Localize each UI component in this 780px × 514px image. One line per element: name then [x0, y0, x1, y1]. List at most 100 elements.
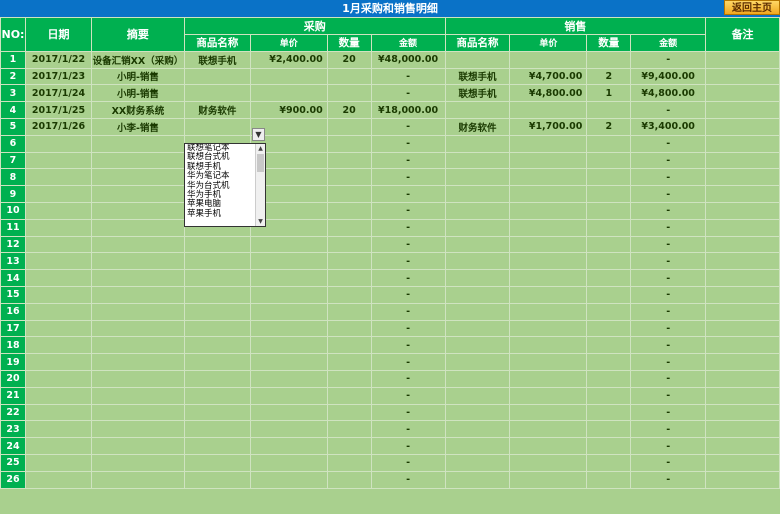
sales-price-cell[interactable] — [509, 302, 588, 321]
remark-cell[interactable] — [705, 218, 780, 237]
row-no-cell[interactable]: 8 — [0, 168, 26, 187]
sales-amount-cell[interactable]: ¥4,800.00 — [630, 84, 707, 103]
purchase-qty-cell[interactable] — [326, 84, 372, 103]
purchase-price-cell[interactable] — [249, 336, 328, 355]
purchase-amount-cell[interactable]: - — [370, 252, 446, 271]
remark-cell[interactable] — [705, 50, 780, 69]
sales-amount-cell[interactable]: - — [630, 319, 707, 338]
sales-price-cell[interactable] — [509, 185, 588, 203]
purchase-qty-cell[interactable] — [326, 252, 372, 271]
row-no-cell[interactable]: 23 — [0, 420, 26, 439]
remark-cell[interactable] — [705, 84, 780, 103]
purchase-qty-cell[interactable] — [326, 201, 372, 220]
sales-qty-cell[interactable] — [586, 50, 632, 69]
sales-price-cell[interactable] — [509, 369, 588, 388]
purchase-price-cell[interactable] — [249, 386, 328, 405]
purchase-product-cell[interactable]: 财务软件 — [183, 101, 251, 119]
row-no-cell[interactable]: 25 — [0, 453, 26, 472]
row-no-cell[interactable]: 2 — [0, 67, 26, 86]
sales-amount-cell[interactable]: - — [630, 101, 707, 119]
purchase-qty-cell[interactable] — [326, 437, 372, 455]
date-cell[interactable] — [24, 235, 92, 254]
sales-qty-cell[interactable] — [586, 168, 632, 187]
purchase-amount-cell[interactable]: - — [370, 134, 446, 153]
summary-cell[interactable] — [90, 134, 185, 153]
date-cell[interactable] — [24, 336, 92, 355]
sales-product-cell[interactable] — [444, 420, 511, 439]
row-no-cell[interactable]: 5 — [0, 117, 26, 136]
dropdown-option[interactable]: 苹果手机 — [185, 209, 265, 219]
purchase-amount-cell[interactable]: - — [370, 168, 446, 187]
row-no-cell[interactable]: 19 — [0, 353, 26, 371]
remark-cell[interactable] — [705, 101, 780, 119]
purchase-product-cell[interactable] — [183, 420, 251, 439]
sales-product-cell[interactable] — [444, 50, 511, 69]
purchase-product-cell[interactable] — [183, 269, 251, 287]
sales-amount-cell[interactable]: - — [630, 185, 707, 203]
sales-amount-cell[interactable]: - — [630, 218, 707, 237]
remark-cell[interactable] — [705, 319, 780, 338]
sales-price-cell[interactable] — [509, 420, 588, 439]
sales-amount-cell[interactable]: - — [630, 168, 707, 187]
sales-price-cell[interactable] — [509, 403, 588, 422]
sales-amount-cell[interactable]: ¥3,400.00 — [630, 117, 707, 136]
purchase-price-cell[interactable]: ¥2,400.00 — [249, 50, 328, 69]
scroll-up-icon[interactable]: ▲ — [256, 144, 265, 153]
date-cell[interactable] — [24, 403, 92, 422]
date-cell[interactable] — [24, 134, 92, 153]
row-no-cell[interactable]: 16 — [0, 302, 26, 321]
date-cell[interactable]: 2017/1/23 — [24, 67, 92, 86]
sales-amount-cell[interactable]: - — [630, 470, 707, 489]
date-cell[interactable] — [24, 218, 92, 237]
date-cell[interactable] — [24, 285, 92, 304]
row-no-cell[interactable]: 13 — [0, 252, 26, 271]
dropdown-scrollbar[interactable]: ▲ ▼ — [255, 144, 265, 226]
purchase-product-cell[interactable] — [183, 369, 251, 388]
purchase-product-cell[interactable] — [183, 285, 251, 304]
remark-cell[interactable] — [705, 235, 780, 254]
purchase-amount-cell[interactable]: ¥18,000.00 — [370, 101, 446, 119]
sales-amount-cell[interactable]: - — [630, 269, 707, 287]
sales-qty-cell[interactable] — [586, 437, 632, 455]
remark-cell[interactable] — [705, 403, 780, 422]
purchase-qty-cell[interactable] — [326, 403, 372, 422]
sales-amount-cell[interactable]: - — [630, 420, 707, 439]
purchase-amount-cell[interactable]: - — [370, 218, 446, 237]
purchase-qty-cell[interactable] — [326, 420, 372, 439]
summary-cell[interactable] — [90, 201, 185, 220]
remark-cell[interactable] — [705, 386, 780, 405]
purchase-qty-cell[interactable] — [326, 235, 372, 254]
sales-price-cell[interactable] — [509, 134, 588, 153]
purchase-product-cell[interactable]: 联想手机 — [183, 50, 251, 69]
date-cell[interactable] — [24, 269, 92, 287]
purchase-product-cell[interactable] — [183, 437, 251, 455]
sales-amount-cell[interactable]: - — [630, 386, 707, 405]
purchase-product-cell[interactable] — [183, 117, 251, 136]
sales-price-cell[interactable] — [509, 336, 588, 355]
purchase-qty-cell[interactable] — [326, 67, 372, 86]
sales-qty-cell[interactable] — [586, 470, 632, 489]
purchase-product-cell[interactable] — [183, 252, 251, 271]
sales-qty-cell[interactable]: 1 — [586, 84, 632, 103]
purchase-product-cell[interactable] — [183, 336, 251, 355]
purchase-price-cell[interactable] — [249, 437, 328, 455]
sales-product-cell[interactable]: 财务软件 — [444, 117, 511, 136]
sales-amount-cell[interactable]: - — [630, 437, 707, 455]
row-no-cell[interactable]: 10 — [0, 201, 26, 220]
sales-product-cell[interactable] — [444, 101, 511, 119]
remark-cell[interactable] — [705, 453, 780, 472]
date-cell[interactable] — [24, 185, 92, 203]
sales-price-cell[interactable]: ¥4,800.00 — [509, 84, 588, 103]
sales-price-cell[interactable] — [509, 201, 588, 220]
summary-cell[interactable]: 设备汇销XX（采购） — [90, 50, 185, 69]
purchase-amount-cell[interactable]: - — [370, 353, 446, 371]
purchase-product-cell[interactable] — [183, 470, 251, 489]
summary-cell[interactable] — [90, 218, 185, 237]
purchase-amount-cell[interactable]: - — [370, 235, 446, 254]
purchase-amount-cell[interactable]: - — [370, 285, 446, 304]
purchase-price-cell[interactable] — [249, 84, 328, 103]
sales-price-cell[interactable]: ¥1,700.00 — [509, 117, 588, 136]
date-cell[interactable] — [24, 252, 92, 271]
remark-cell[interactable] — [705, 134, 780, 153]
sales-qty-cell[interactable] — [586, 151, 632, 170]
